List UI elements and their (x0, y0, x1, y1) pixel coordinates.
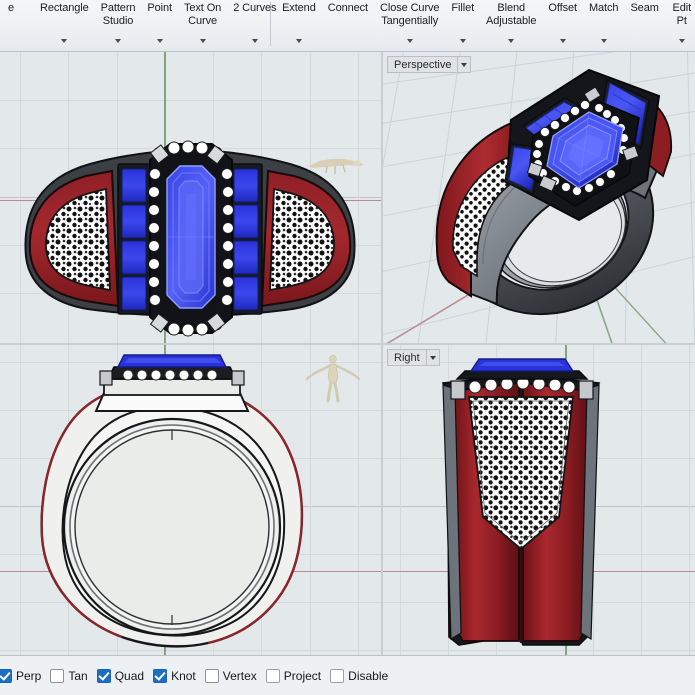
osnap-disable[interactable]: Disable (330, 668, 389, 683)
chevron-down-icon[interactable] (115, 39, 122, 43)
construction-grid-right (383, 345, 695, 655)
osnap-label: Vertex (222, 668, 257, 683)
construction-grid (0, 52, 381, 343)
osnap-vertex[interactable]: Vertex (204, 668, 257, 683)
toolbar-group-curve-tools: e Rectangle Pattern Studio Point Text On… (0, 0, 277, 51)
viewport-container: Perspective Right (0, 52, 695, 655)
chevron-down-icon[interactable] (295, 39, 302, 43)
osnap-label: Quad (114, 668, 145, 683)
right-viewport-title[interactable]: Right (387, 349, 440, 366)
toolbar-button-seam[interactable]: Seam (624, 0, 664, 51)
mannequin-reference-standing (305, 353, 361, 403)
osnap-label: Knot (171, 668, 196, 683)
x-axis-line (383, 571, 695, 573)
osnap-quad[interactable]: Quad (96, 668, 145, 683)
toolbar-button-label: Fillet (451, 2, 475, 14)
perspective-viewport-title[interactable]: Perspective (387, 56, 472, 73)
chevron-down-icon[interactable] (425, 350, 439, 365)
toolbar-button-pattern-studio[interactable]: Pattern Studio (95, 0, 142, 51)
toolbar-button-offset[interactable]: Offset (542, 0, 583, 51)
application-window: e Rectangle Pattern Studio Point Text On… (0, 0, 695, 695)
viewport-title-label: Right (394, 352, 420, 364)
osnap-tan[interactable]: Tan (50, 668, 88, 683)
x-axis-line (0, 571, 381, 573)
osnap-knot[interactable]: Knot (153, 668, 196, 683)
status-bar: Perp Tan Quad Knot Vertex Project Disabl… (0, 655, 695, 695)
perspective-viewport[interactable]: Perspective (383, 52, 695, 343)
toolbar-button-label: Text On Curve (183, 2, 222, 27)
chevron-down-icon[interactable] (559, 39, 566, 43)
toolbar-button-label: Pattern Studio (100, 2, 136, 27)
checkbox-perp-icon[interactable] (0, 668, 12, 683)
toolbar-button-label: Connect (327, 2, 368, 14)
toolbar-button-blend-adjustable[interactable]: Blend Adjustable (480, 0, 542, 51)
chevron-down-icon[interactable] (459, 39, 466, 43)
chevron-down-icon[interactable] (678, 39, 685, 43)
y-axis-line (565, 345, 567, 655)
toolbar-button-label: Extend (282, 2, 316, 14)
toolbar-button-connect[interactable]: Connect (322, 0, 374, 51)
toolbar-button-label: Seam (630, 2, 659, 14)
toolbar-button-label: Edit Pt (672, 2, 692, 27)
toolbar-button-label: e (7, 2, 15, 14)
toolbar-button-label: 2 Curves (233, 2, 277, 14)
x-axis-line (0, 200, 381, 202)
osnap-label: Project (283, 668, 322, 683)
checkbox-tan-icon[interactable] (50, 668, 65, 683)
chevron-down-icon[interactable] (61, 39, 68, 43)
toolbar-button-point[interactable]: Point (141, 0, 178, 51)
mannequin-reference-top (305, 150, 367, 176)
toolbar-group-curve-edit-tools: Extend Connect Close Curve Tangentially … (276, 0, 695, 51)
y-axis-line (164, 52, 166, 343)
toolbar-button-rectangle[interactable]: Rectangle (34, 0, 95, 51)
right-viewport[interactable]: Right (383, 345, 695, 655)
osnap-label: Perp (16, 668, 42, 683)
toolbar-button-label: Point (147, 2, 172, 14)
construction-grid-perspective (383, 52, 695, 343)
chevron-down-icon[interactable] (600, 39, 607, 43)
checkbox-knot-icon[interactable] (153, 668, 168, 683)
toolbar-button-extend[interactable]: Extend (276, 0, 322, 51)
osnap-label: Tan (68, 668, 88, 683)
toolbar-button-fillet[interactable]: Fillet (445, 0, 480, 51)
toolbar-button-edit-pt[interactable]: Edit Pt (665, 0, 695, 51)
chevron-down-icon[interactable] (508, 39, 515, 43)
chevron-down-icon[interactable] (251, 39, 258, 43)
checkbox-quad-icon[interactable] (96, 668, 111, 683)
front-viewport[interactable] (0, 345, 381, 655)
toolbar-button-close-curve-tangentially[interactable]: Close Curve Tangentially (374, 0, 445, 51)
checkbox-disable-icon[interactable] (330, 668, 345, 683)
checkbox-vertex-icon[interactable] (204, 668, 219, 683)
chevron-down-icon[interactable] (199, 39, 206, 43)
toolbar-button-clipped-left[interactable]: e (0, 0, 34, 51)
chevron-down-icon[interactable] (406, 39, 413, 43)
toolbar-button-label: Close Curve Tangentially (380, 2, 440, 27)
osnap-label: Disable (348, 668, 389, 683)
toolbar-button-2-curves[interactable]: 2 Curves (227, 0, 282, 51)
checkbox-project-icon[interactable] (265, 668, 280, 683)
osnap-perp[interactable]: Perp (0, 668, 42, 683)
top-viewport[interactable] (0, 52, 381, 343)
toolbar-button-text-on-curve[interactable]: Text On Curve (178, 0, 227, 51)
chevron-down-icon[interactable] (457, 57, 470, 72)
osnap-project[interactable]: Project (265, 668, 322, 683)
toolbar-button-label: Match (588, 2, 619, 14)
viewport-title-label: Perspective (394, 59, 452, 71)
toolbar-button-label: Offset (548, 2, 577, 14)
y-axis-line (164, 345, 166, 655)
main-toolbar: e Rectangle Pattern Studio Point Text On… (0, 0, 695, 52)
toolbar-button-label: Rectangle (40, 2, 89, 14)
toolbar-button-match[interactable]: Match (583, 0, 624, 51)
osnap-checkbox-group: Perp Tan Quad Knot Vertex Project Disabl… (0, 668, 397, 683)
toolbar-button-label: Blend Adjustable (486, 2, 537, 27)
chevron-down-icon[interactable] (156, 39, 163, 43)
